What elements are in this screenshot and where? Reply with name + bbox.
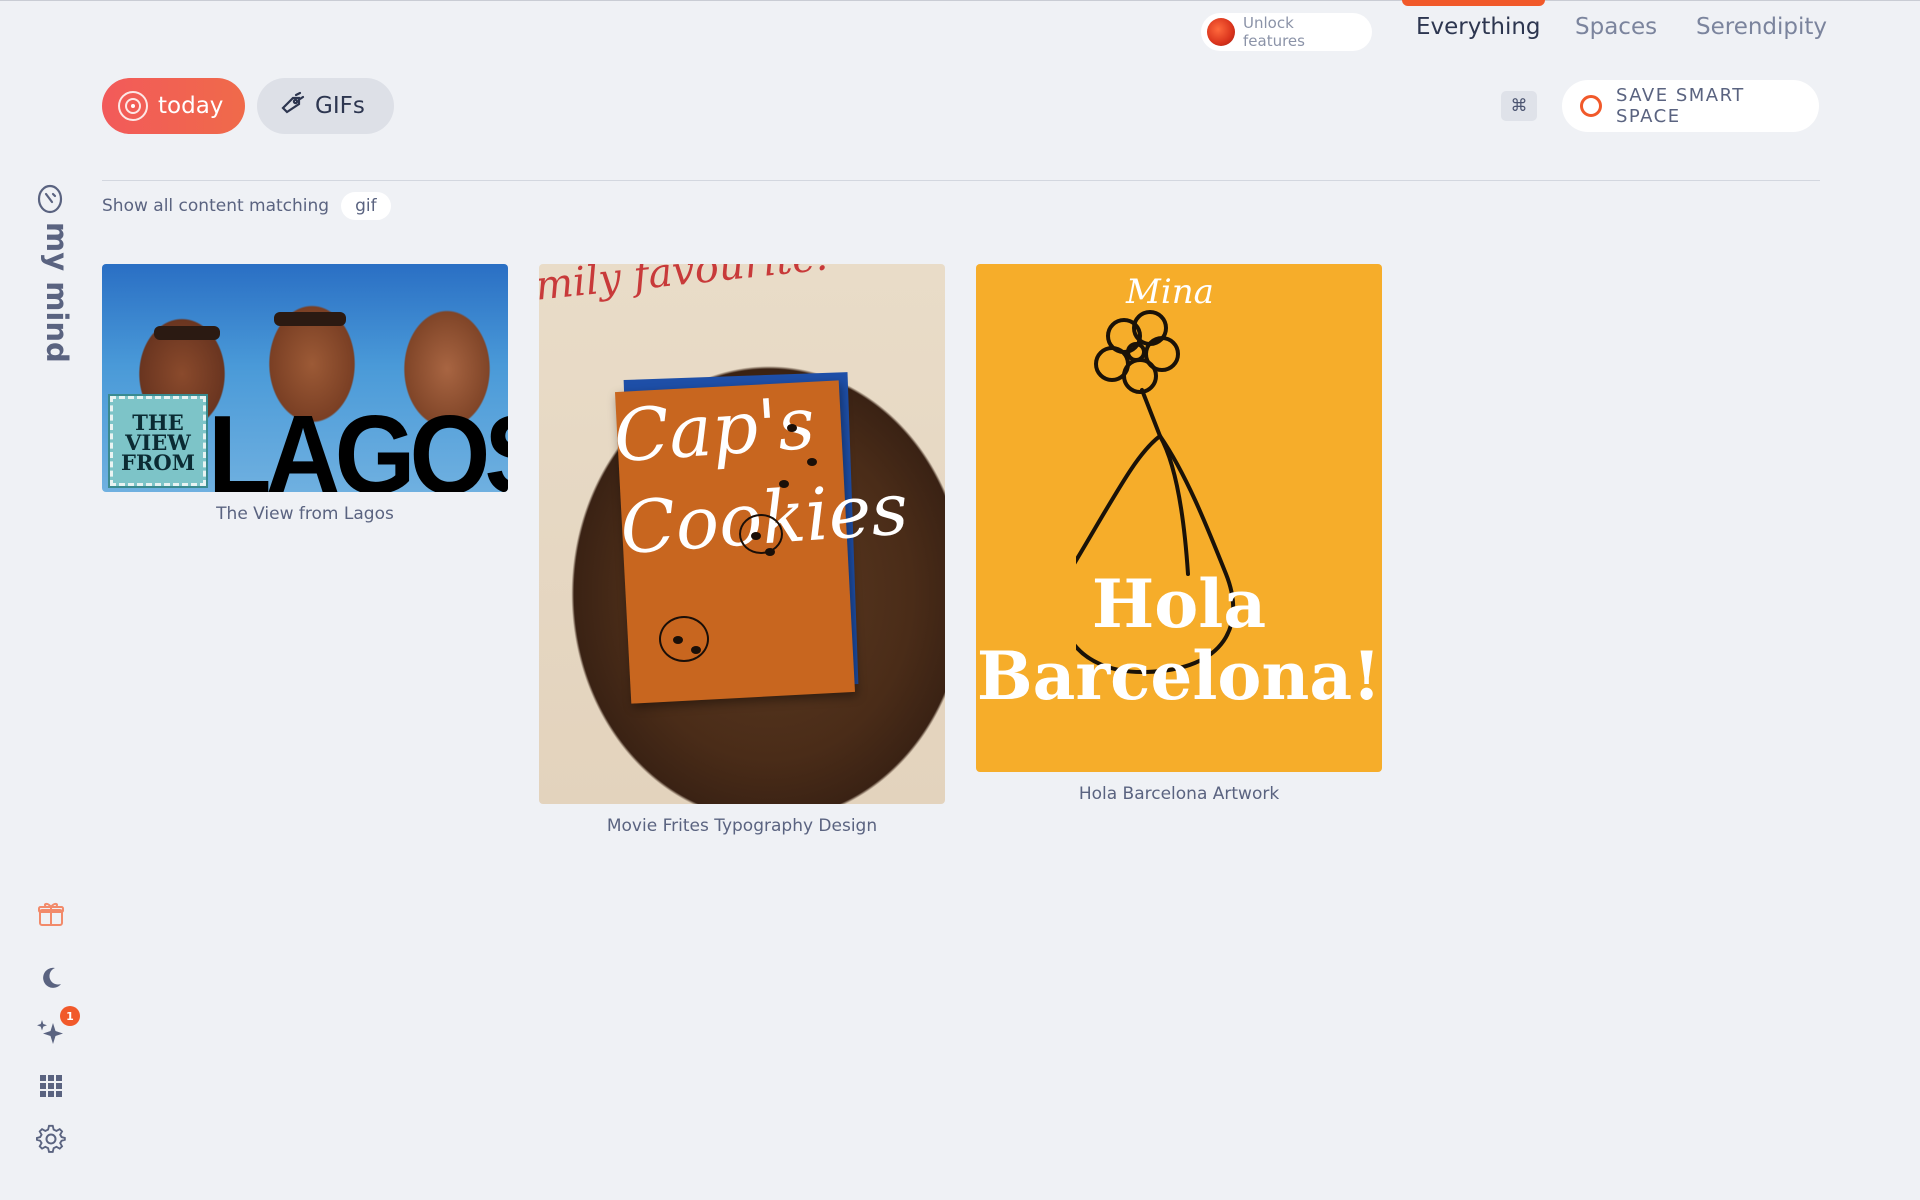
filter-prefix: Show all content matching <box>102 196 330 216</box>
today-chip[interactable]: today <box>102 78 245 134</box>
card-image: Mina Hola Barcelona! <box>976 264 1382 772</box>
cookie-drawing <box>739 514 783 554</box>
target-icon <box>118 91 148 121</box>
today-chip-label: today <box>158 93 224 119</box>
image-script-text: mily favourite! <box>539 264 834 310</box>
card-caption: Movie Frites Typography Design <box>606 816 878 836</box>
cookie-drawing <box>659 616 709 662</box>
cookie-crumb <box>691 646 701 654</box>
unlock-features-label: Unlock features <box>1243 14 1305 50</box>
cookie-crumb <box>807 458 817 466</box>
cookie-crumb <box>787 424 797 432</box>
top-border <box>0 0 1920 1</box>
sunglasses <box>274 312 346 326</box>
cookie-crumb <box>673 636 683 644</box>
gifs-chip[interactable]: GIFs <box>257 78 394 134</box>
filter-row: Show all content matching gif <box>102 191 391 221</box>
save-smart-space-button[interactable]: SAVE SMART SPACE <box>1562 80 1819 132</box>
cookie-crumb <box>765 548 775 556</box>
command-key-button[interactable]: ⌘ <box>1501 91 1537 121</box>
grid-icon[interactable] <box>35 1070 67 1102</box>
sunglasses <box>154 326 220 340</box>
cookie-crumb <box>779 480 789 488</box>
image-line-1: Hola <box>1091 565 1267 643</box>
unlock-features-button[interactable]: Unlock features <box>1201 13 1372 51</box>
tab-spaces[interactable]: Spaces <box>1575 14 1657 40</box>
gifs-chip-label: GIFs <box>315 93 365 119</box>
circle-icon <box>1580 95 1602 117</box>
filter-tag[interactable]: gif <box>341 192 391 220</box>
card-barcelona[interactable]: Mina Hola Barcelona! Hola Barcelona Artw… <box>976 264 1382 804</box>
card-cookies[interactable]: mily favourite! Cap's Cookies Movie Frit… <box>539 264 945 836</box>
card-caption: Hola Barcelona Artwork <box>1078 784 1280 804</box>
tab-serendipity[interactable]: Serendipity <box>1696 14 1827 40</box>
card-caption: The View from Lagos <box>216 504 394 524</box>
image-title-text: LAGOS <box>208 393 508 492</box>
tag-icon <box>279 90 305 122</box>
cookie-crumb <box>751 532 761 540</box>
notification-badge: 1 <box>60 1006 80 1026</box>
gear-icon[interactable] <box>35 1123 67 1155</box>
gift-icon[interactable] <box>35 898 67 930</box>
brand-name: my mind <box>40 222 74 363</box>
image-stamp-text: THE VIEW FROM <box>108 394 208 488</box>
brand-logo[interactable]: my mind <box>36 182 74 363</box>
image-line-2: Barcelona! <box>976 637 1382 715</box>
moon-icon[interactable] <box>35 962 67 994</box>
active-tab-indicator <box>1402 0 1545 6</box>
divider <box>102 180 1820 181</box>
image-line-2: Cookies <box>617 466 911 571</box>
mind-icon <box>37 184 63 214</box>
avatar <box>1207 18 1235 46</box>
save-smart-space-label: SAVE SMART SPACE <box>1616 85 1745 127</box>
image-cookie-text: Cap's Cookies <box>611 374 911 574</box>
card-image: mily favourite! Cap's Cookies <box>539 264 945 804</box>
tab-everything[interactable]: Everything <box>1416 14 1541 40</box>
card-image: THE VIEW FROM LAGOS <box>102 264 508 492</box>
card-lagos[interactable]: THE VIEW FROM LAGOS The View from Lagos <box>102 264 508 524</box>
image-line-1: Cap's <box>611 380 818 479</box>
